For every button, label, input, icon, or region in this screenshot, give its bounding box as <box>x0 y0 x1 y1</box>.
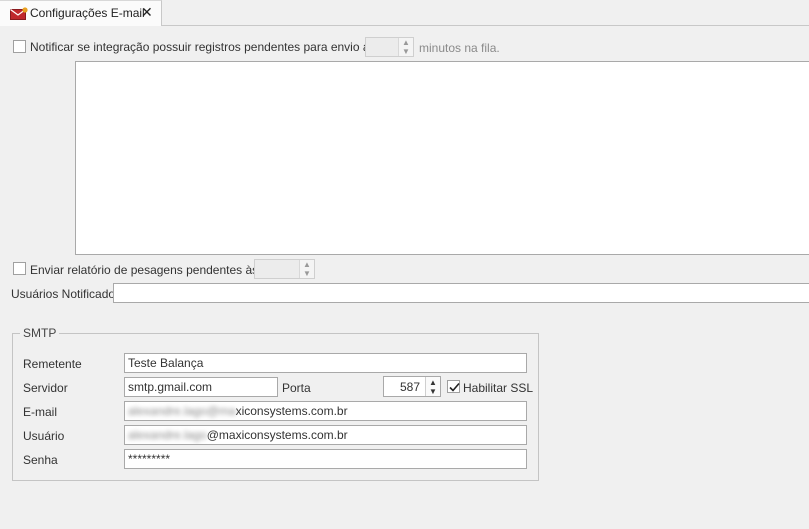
notify-suffix-label: minutos na fila. <box>419 41 500 55</box>
close-icon[interactable]: ✕ <box>141 4 153 21</box>
checkmark-icon <box>449 382 460 392</box>
sender-label: Remetente <box>23 357 82 371</box>
ssl-checkbox[interactable] <box>447 380 460 393</box>
envelope-icon <box>10 7 28 20</box>
notify-label: Notificar se integração possuir registro… <box>30 40 389 54</box>
notify-message-textarea[interactable] <box>75 61 809 255</box>
report-label: Enviar relatório de pesagens pendentes à… <box>30 263 259 277</box>
chevron-down-icon[interactable]: ▼ <box>429 388 437 396</box>
user-input[interactable]: alexandre.lago@maxiconsystems.com.br <box>124 425 527 445</box>
port-label: Porta <box>282 381 311 395</box>
user-redacted: alexandre.lago <box>128 428 207 442</box>
sender-input[interactable]: Teste Balança <box>124 353 527 373</box>
notified-users-label: Usuários Notificados <box>11 287 122 301</box>
password-label: Senha <box>23 453 58 467</box>
report-checkbox[interactable] <box>13 262 26 275</box>
chevron-up-icon[interactable]: ▲ <box>402 39 410 47</box>
port-stepper-buttons[interactable]: ▲ ▼ <box>425 377 440 396</box>
tab-divider <box>161 25 809 26</box>
smtp-group-title: SMTP <box>20 326 60 340</box>
email-input[interactable]: alexandre.lago@maxiconsystems.com.br <box>124 401 527 421</box>
report-time-spinner[interactable]: ▲ ▼ <box>254 259 315 279</box>
notify-checkbox[interactable] <box>13 40 26 53</box>
spinner-buttons[interactable]: ▲ ▼ <box>398 38 413 56</box>
email-redacted: alexandre.lago@ma <box>128 404 236 418</box>
tab-configuracoes-email[interactable]: Configurações E-mail ✕ <box>0 0 162 26</box>
server-label: Servidor <box>23 381 68 395</box>
notify-minutes-spinner[interactable]: ▲ ▼ <box>365 37 414 57</box>
chevron-down-icon[interactable]: ▼ <box>402 48 410 56</box>
user-domain: @maxiconsystems.com.br <box>206 428 348 442</box>
tab-label: Configurações E-mail <box>30 6 145 20</box>
spinner-buttons[interactable]: ▲ ▼ <box>299 260 314 278</box>
tab-bar: Configurações E-mail ✕ <box>0 0 809 26</box>
port-stepper[interactable]: 587 ▲ ▼ <box>383 376 441 397</box>
ssl-label: Habilitar SSL <box>463 381 534 395</box>
password-input[interactable]: ********* <box>124 449 527 469</box>
chevron-up-icon[interactable]: ▲ <box>303 261 311 269</box>
chevron-up-icon[interactable]: ▲ <box>429 379 437 387</box>
server-input[interactable]: smtp.gmail.com <box>124 377 278 397</box>
port-value: 587 <box>399 380 420 394</box>
chevron-down-icon[interactable]: ▼ <box>303 270 311 278</box>
notified-users-input[interactable] <box>113 283 809 303</box>
email-label: E-mail <box>23 405 58 419</box>
user-label: Usuário <box>23 429 65 443</box>
email-domain: xiconsystems.com.br <box>235 404 348 418</box>
